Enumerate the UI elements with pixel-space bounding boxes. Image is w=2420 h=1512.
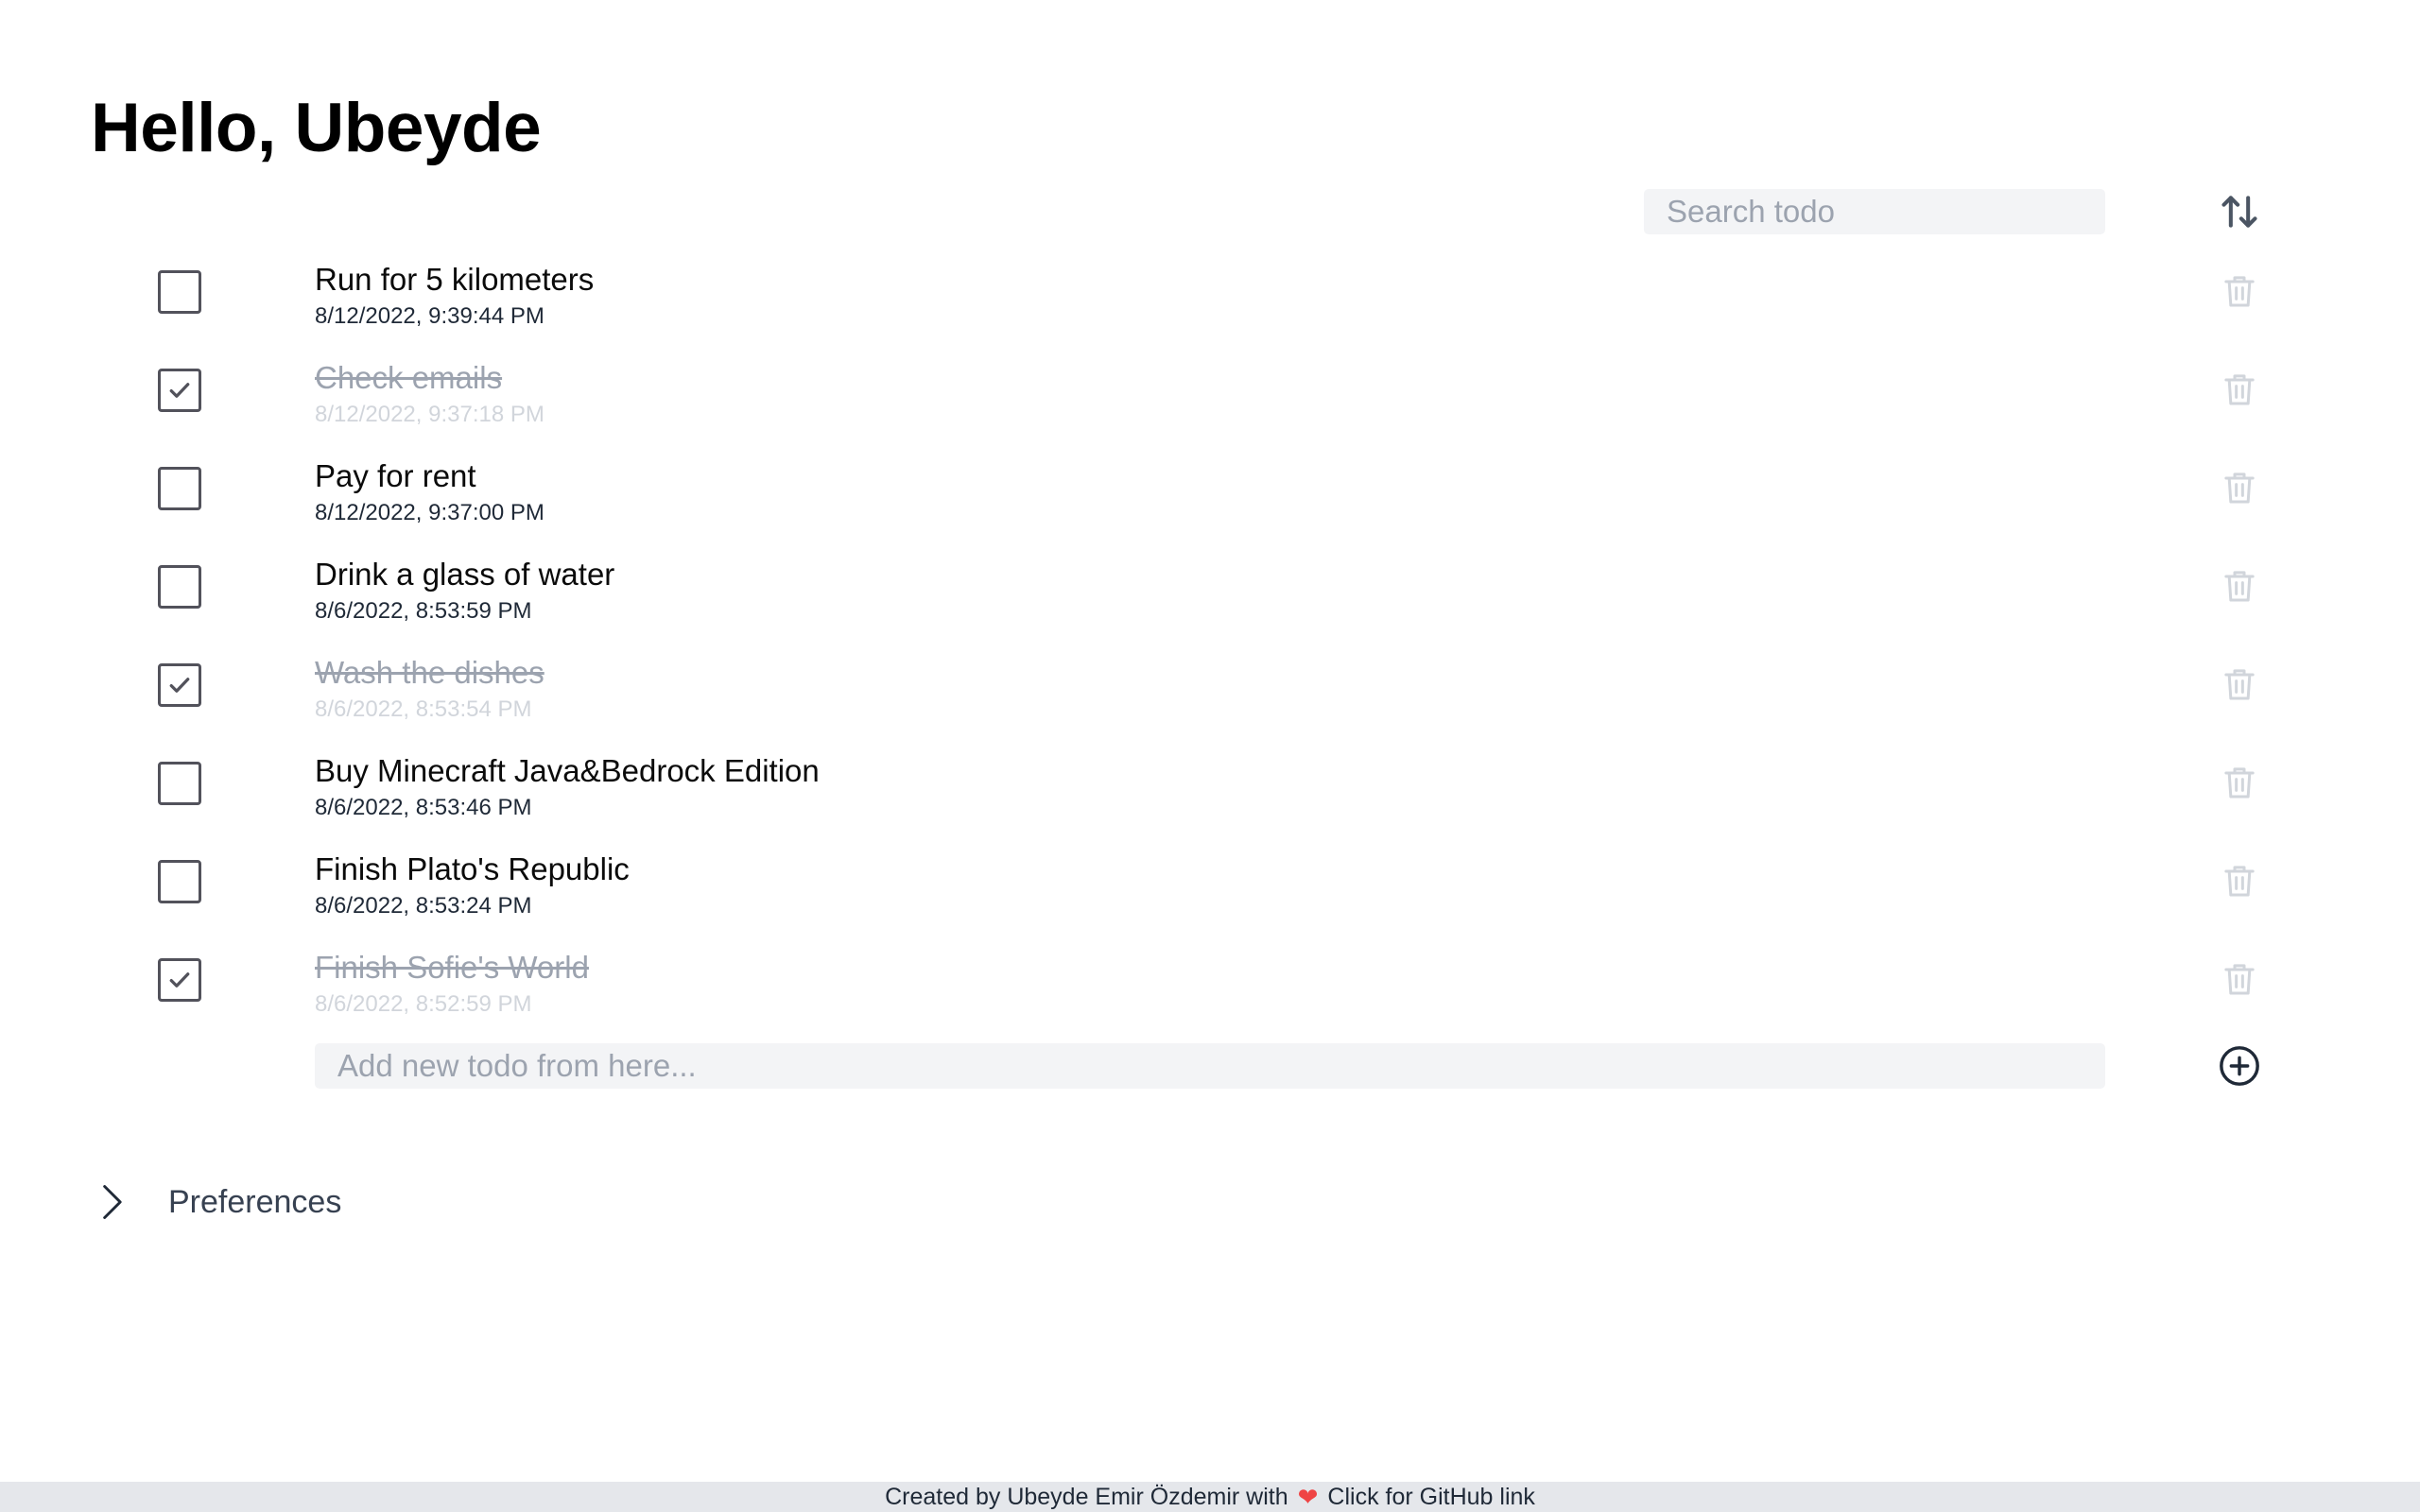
sort-arrows-icon <box>2221 196 2257 228</box>
todo-checkbox[interactable] <box>158 762 201 805</box>
todo-date: 8/12/2022, 9:37:00 PM <box>315 500 544 525</box>
todo-checkbox[interactable] <box>158 467 201 510</box>
trash-icon <box>2224 964 2255 995</box>
delete-todo-button[interactable] <box>2213 265 2266 318</box>
trash-icon <box>2224 669 2255 700</box>
todo-row: Buy Minecraft Java&Bedrock Edition 8/6/20… <box>0 752 2420 850</box>
check-icon <box>169 972 190 988</box>
delete-todo-button[interactable] <box>2213 658 2266 711</box>
todo-row: Check emails 8/12/2022, 9:37:18 PM <box>0 359 2420 457</box>
trash-icon <box>2224 276 2255 307</box>
delete-todo-button[interactable] <box>2213 363 2266 416</box>
todo-row: Pay for rent 8/12/2022, 9:37:00 PM <box>0 457 2420 556</box>
todo-date: 8/6/2022, 8:53:24 PM <box>315 893 532 919</box>
footer-credit: Created by Ubeyde Emir Özdemir with <box>885 1483 1288 1510</box>
todo-date: 8/12/2022, 9:39:44 PM <box>315 303 544 329</box>
footer-github-link[interactable]: Created by Ubeyde Emir Özdemir with ❤ Cl… <box>0 1482 2420 1512</box>
todo-date: 8/6/2022, 8:53:54 PM <box>315 696 532 722</box>
todo-date: 8/6/2022, 8:52:59 PM <box>315 991 532 1017</box>
trash-icon <box>2224 866 2255 897</box>
todo-checkbox[interactable] <box>158 369 201 412</box>
page-title: Hello, Ubeyde <box>91 90 542 166</box>
todo-checkbox[interactable] <box>158 958 201 1002</box>
preferences-label: Preferences <box>168 1183 342 1220</box>
search-input[interactable] <box>1644 189 2105 234</box>
todo-row: Finish Plato's Republic 8/6/2022, 8:53:24… <box>0 850 2420 949</box>
todo-row: Run for 5 kilometers 8/12/2022, 9:39:44 P… <box>0 261 2420 359</box>
preferences-toggle[interactable]: Preferences <box>91 1177 341 1227</box>
todo-title: Wash the dishes <box>315 655 544 690</box>
trash-icon <box>2224 472 2255 504</box>
todo-title: Finish Sofie's World <box>315 950 589 985</box>
todo-title: Run for 5 kilometers <box>315 262 595 297</box>
todo-app: Hello, Ubeyde Run for 5 kilometers 8/12/2… <box>0 0 2420 1512</box>
delete-todo-button[interactable] <box>2213 854 2266 907</box>
trash-icon <box>2224 374 2255 405</box>
todo-date: 8/12/2022, 9:37:18 PM <box>315 402 544 427</box>
check-icon <box>169 678 190 693</box>
search-box[interactable] <box>1644 189 2105 234</box>
delete-todo-button[interactable] <box>2213 756 2266 809</box>
todo-title: Pay for rent <box>315 458 476 493</box>
trash-icon <box>2224 571 2255 602</box>
todo-row: Finish Sofie's World 8/6/2022, 8:52:59 PM <box>0 949 2420 1047</box>
chevron-right-icon <box>103 1185 122 1219</box>
todo-title: Buy Minecraft Java&Bedrock Edition <box>315 753 820 788</box>
sort-button[interactable] <box>2213 185 2266 238</box>
todo-checkbox[interactable] <box>158 565 201 609</box>
todo-row: Wash the dishes 8/6/2022, 8:53:54 PM <box>0 654 2420 752</box>
todo-title: Finish Plato's Republic <box>315 851 630 886</box>
todo-checkbox[interactable] <box>158 663 201 707</box>
todo-title: Drink a glass of water <box>315 557 615 592</box>
todo-checkbox[interactable] <box>158 860 201 903</box>
delete-todo-button[interactable] <box>2213 461 2266 514</box>
todo-checkbox[interactable] <box>158 270 201 314</box>
add-todo-input[interactable] <box>315 1043 2105 1089</box>
add-todo-button[interactable] <box>2213 1040 2266 1092</box>
todo-row: Drink a glass of water 8/6/2022, 8:53:59 … <box>0 556 2420 654</box>
delete-todo-button[interactable] <box>2213 953 2266 1005</box>
add-todo-box[interactable] <box>315 1043 2105 1089</box>
plus-circle-icon <box>2220 1046 2259 1086</box>
check-icon <box>169 383 190 398</box>
footer-github-text: Click for GitHub link <box>1327 1483 1535 1510</box>
todo-date: 8/6/2022, 8:53:46 PM <box>315 795 532 820</box>
delete-todo-button[interactable] <box>2213 559 2266 612</box>
todo-date: 8/6/2022, 8:53:59 PM <box>315 598 532 624</box>
trash-icon <box>2224 767 2255 799</box>
todo-title: Check emails <box>315 360 503 395</box>
heart-icon: ❤ <box>1297 1482 1319 1511</box>
